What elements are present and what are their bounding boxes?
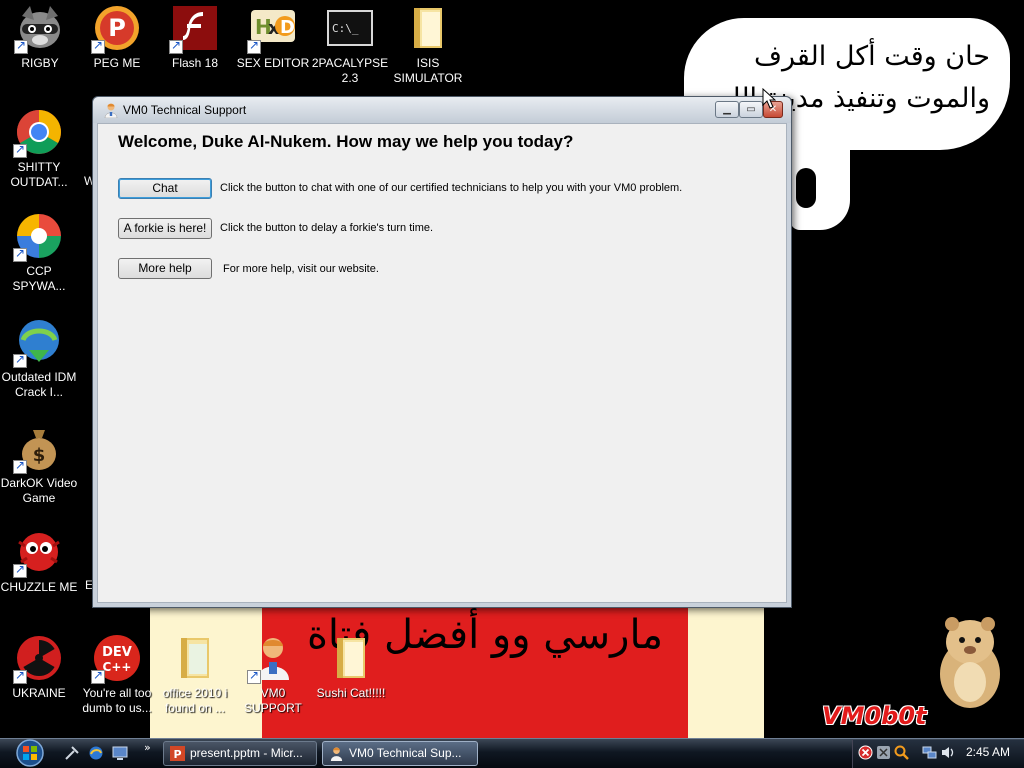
shortcut-arrow-icon xyxy=(13,458,27,474)
taskbar-item-label: present.pptm - Micr... xyxy=(190,746,303,760)
svg-text:C++: C++ xyxy=(103,660,132,674)
folder-icon xyxy=(414,8,442,48)
desktop-icon-label: office 2010 i found on ... xyxy=(162,686,228,715)
shortcut-arrow-icon xyxy=(247,668,261,684)
desktop-icon-label: Flash 18 xyxy=(171,56,219,70)
svg-text:C:\_: C:\_ xyxy=(332,22,359,35)
folder-icon xyxy=(337,638,365,678)
minimize-button[interactable] xyxy=(715,101,739,118)
start-button[interactable] xyxy=(8,738,52,768)
desktop-icon-chuzzle[interactable]: CHUZZLE ME xyxy=(0,528,79,595)
desktop-icon-office-2010[interactable]: office 2010 i found on ... xyxy=(155,634,235,716)
desktop-icon-ccp-spyware[interactable]: CCP SPYWA... xyxy=(0,212,79,294)
technician-icon xyxy=(104,103,118,118)
chat-button[interactable]: Chat xyxy=(118,178,212,199)
welcome-heading: Welcome, Duke Al-Nukem. How may we help … xyxy=(118,132,574,151)
desktop-icon-label: UKRAINE xyxy=(12,686,66,700)
network-icon[interactable] xyxy=(922,745,937,760)
window-client-area: Welcome, Duke Al-Nukem. How may we help … xyxy=(97,123,787,603)
desktop-icon-label: ISIS SIMULATOR xyxy=(393,56,463,85)
desktop-icon-shitty-outdated[interactable]: SHITTY OUTDAT... xyxy=(0,108,79,190)
desktop-icon-label: PEG ME xyxy=(93,56,141,70)
quick-launch-tools-icon[interactable] xyxy=(64,745,80,761)
terminal-icon: C:\_ xyxy=(327,10,373,46)
taskbar-item-vm0-support[interactable]: VM0 Technical Sup... xyxy=(322,741,478,766)
security-alert-icon[interactable] xyxy=(858,745,873,760)
volume-icon[interactable] xyxy=(940,745,955,760)
wallpaper-band-cream-right xyxy=(688,606,764,738)
svg-text:D: D xyxy=(280,17,295,38)
shortcut-arrow-icon xyxy=(13,352,27,368)
desktop-icon-rigby[interactable]: RIGBY xyxy=(0,4,80,71)
window-titlebar[interactable]: VM0 Technical Support xyxy=(93,97,791,123)
desktop-icon-youre-dumb[interactable]: DEV C++ You're all too dumb to us... xyxy=(77,634,157,716)
window-title: VM0 Technical Support xyxy=(123,103,247,117)
desktop-icon-label: 2PACALYPSE 2.3 xyxy=(311,56,389,85)
folder-icon xyxy=(181,638,209,678)
shortcut-arrow-icon xyxy=(14,38,28,54)
vm0-support-window: VM0 Technical Support Welcome, Duke Al-N… xyxy=(92,96,792,608)
desktop-icon-isis-simulator[interactable]: ISIS SIMULATOR xyxy=(388,4,468,86)
maximize-button[interactable] xyxy=(739,101,763,118)
shortcut-arrow-icon xyxy=(13,246,27,262)
desktop-icon-2pacalypse[interactable]: C:\_ 2PACALYPSE 2.3 xyxy=(310,4,390,86)
desktop-icon-sex-editor[interactable]: H x D SEX EDITOR xyxy=(233,4,313,71)
desktop-icon-label: CHUZZLE ME xyxy=(0,580,78,594)
desktop-icon-vm0-support[interactable]: VM0 SUPPORT xyxy=(233,634,313,716)
more-help-description: For more help, visit our website. xyxy=(223,263,379,275)
desktop-icon-label: Sushi Cat!!!!! xyxy=(316,686,386,700)
svg-text:$: $ xyxy=(33,445,46,466)
svg-text:DEV: DEV xyxy=(102,645,132,660)
shortcut-arrow-icon xyxy=(91,38,105,54)
powerpoint-icon: P xyxy=(170,746,185,761)
desktop-icon-label: CCP SPYWA... xyxy=(12,264,66,293)
more-help-button[interactable]: More help xyxy=(118,258,212,279)
taskbar-clock[interactable]: 2:45 AM xyxy=(966,745,1010,759)
shortcut-arrow-icon xyxy=(247,38,261,54)
desktop-icon-label: DarkOK Video Game xyxy=(0,476,78,505)
desktop-icon-sushi-cat[interactable]: Sushi Cat!!!!! xyxy=(311,634,391,701)
shortcut-arrow-icon xyxy=(13,142,27,158)
svg-text:P: P xyxy=(173,748,181,761)
desktop-icon-flash-18[interactable]: Flash 18 xyxy=(155,4,235,71)
chat-description: Click the button to chat with one of our… xyxy=(220,182,683,194)
taskbar-item-label: VM0 Technical Sup... xyxy=(349,746,462,760)
desktop-icon-label: SEX EDITOR xyxy=(236,56,310,70)
taskbar-item-powerpoint[interactable]: P present.pptm - Micr... xyxy=(163,741,317,766)
desktop-icon-ukraine[interactable]: UKRAINE xyxy=(0,634,79,701)
desktop-icon-label: VM0 SUPPORT xyxy=(244,686,302,715)
desktop-icon-label: RIGBY xyxy=(21,56,59,70)
wallpaper-blob xyxy=(790,150,850,230)
forkie-button[interactable]: A forkie is here! xyxy=(118,218,212,239)
desktop-icon-peg-me[interactable]: P PEG ME xyxy=(77,4,157,71)
desktop-icon-label: You're all too dumb to us... xyxy=(82,686,152,715)
desktop-icon-darkok[interactable]: $ DarkOK Video Game xyxy=(0,424,79,506)
forkie-description: Click the button to delay a forkie's tur… xyxy=(220,222,434,234)
shortcut-arrow-icon xyxy=(13,562,27,578)
vm0bot-logo: VM0b0t xyxy=(822,702,927,730)
shortcut-arrow-icon xyxy=(13,668,27,684)
desktop-icon-label: SHITTY OUTDAT... xyxy=(10,160,68,189)
svg-text:P: P xyxy=(108,14,126,42)
desktop-icon-outdated-idm[interactable]: Outdated IDM Crack I... xyxy=(0,318,79,400)
quick-launch-more[interactable]: » xyxy=(144,741,151,754)
shortcut-arrow-icon xyxy=(169,38,183,54)
quick-launch-desktop-icon[interactable] xyxy=(112,745,128,761)
technician-icon xyxy=(330,747,343,761)
hamster-icon xyxy=(940,617,1000,708)
quick-launch-browser-icon[interactable] xyxy=(88,745,104,761)
search-icon[interactable] xyxy=(894,745,909,760)
desktop-icon-label: Outdated IDM Crack I... xyxy=(1,370,77,399)
mouse-cursor-icon xyxy=(762,88,776,109)
shortcut-arrow-icon xyxy=(91,668,105,684)
tray-app-icon[interactable] xyxy=(876,745,891,760)
